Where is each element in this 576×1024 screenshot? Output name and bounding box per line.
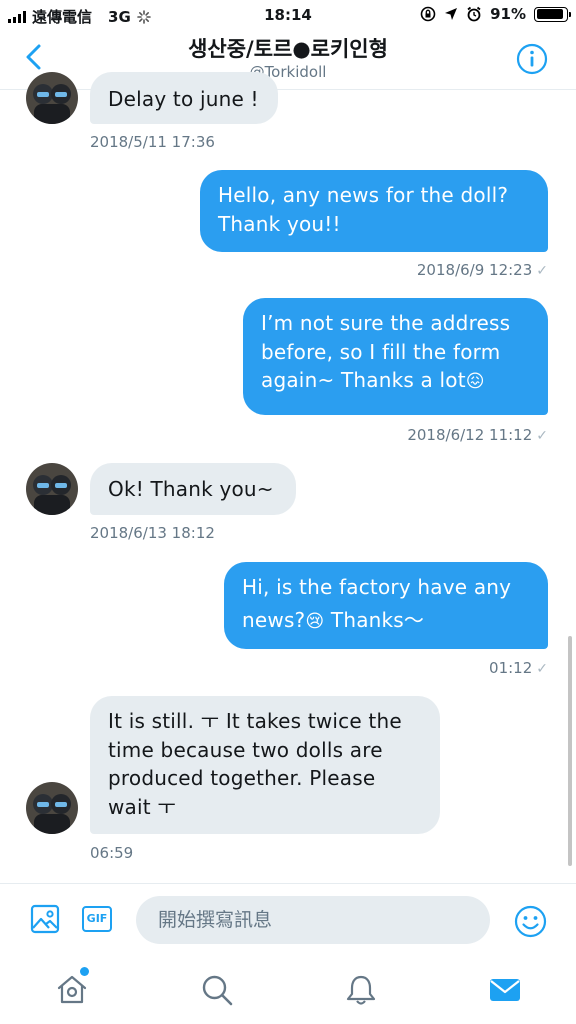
message-bubble-outgoing[interactable]: Hello, any news for the doll? Thank you!…: [200, 170, 548, 252]
message-bubble-outgoing[interactable]: I’m not sure the address before, so I fi…: [243, 298, 548, 415]
avatar-image: [26, 72, 78, 124]
message-line: before, so I fill the form: [261, 339, 501, 364]
message-line: time because two dolls are: [108, 737, 383, 762]
tab-home[interactable]: [55, 967, 89, 1007]
gif-label: GIF: [86, 912, 108, 925]
alarm-clock-icon: [467, 6, 481, 22]
message-composer: GIF: [0, 883, 576, 953]
message-bubble-incoming[interactable]: Ok! Thank you~: [90, 463, 296, 515]
battery-percent: 91%: [490, 5, 526, 23]
message-line: wait ㅜ: [108, 794, 176, 819]
sent-check-icon: ✓: [536, 263, 548, 279]
avatar[interactable]: [26, 72, 78, 124]
message-line: again~ Thanks a lot: [261, 368, 466, 392]
battery-level-fill: [536, 9, 563, 19]
message-line: Hi, is the factory have any: [242, 575, 512, 599]
status-right: 91%: [420, 5, 571, 23]
rotation-lock-icon: [420, 6, 436, 22]
message-line: Hello, any news for the doll?: [218, 183, 509, 207]
avatar-image: [26, 463, 78, 515]
message-bubble-incoming[interactable]: It is still. ㅜ It takes twice the time b…: [90, 696, 440, 834]
message-timestamp: 2018/6/13 18:12: [90, 524, 215, 542]
tab-search[interactable]: [200, 973, 234, 1007]
message-text: Ok! Thank you~: [108, 477, 274, 501]
message-timestamp: 01:12: [489, 659, 533, 677]
message-line: news?: [242, 607, 306, 632]
status-bar: 遠傳電信 3G 18:14 91%: [0, 0, 576, 30]
conversation-handle: @Torkidoll: [249, 63, 327, 81]
image-icon[interactable]: [30, 904, 60, 934]
message-text: Delay to june !: [108, 87, 259, 111]
messages-mail-icon: [490, 979, 520, 1001]
sent-check-icon: ✓: [536, 661, 548, 677]
crying-face-emoji: 😢: [305, 610, 325, 632]
conversation-header: 생산중/토르●로키인형 @Torkidoll: [0, 30, 576, 90]
tab-notifications[interactable]: [344, 973, 378, 1007]
message-timestamp: 2018/6/12 11:12: [407, 426, 533, 444]
message-timestamp: 2018/6/9 12:23: [416, 261, 533, 279]
message-line: produced together. Please: [108, 766, 376, 790]
message-line: It is still. ㅜ It takes twice the: [108, 709, 402, 733]
conversation-title-block[interactable]: 생산중/토르●로키인형 @Torkidoll: [0, 36, 576, 82]
conversation-title: 생산중/토르●로키인형: [188, 37, 388, 61]
message-timestamp: 06:59: [90, 844, 134, 862]
scrollbar[interactable]: [568, 636, 572, 866]
emoji-icon[interactable]: [514, 905, 547, 938]
new-content-dot: [80, 967, 89, 976]
message-line: Thank you!!: [218, 211, 341, 236]
home-icon: [57, 975, 87, 1004]
message-timestamp-row: 2018/6/9 12:23 ✓: [417, 261, 548, 279]
location-arrow-icon: [445, 8, 458, 20]
sent-check-icon: ✓: [536, 428, 548, 444]
message-timestamp-row: 2018/6/12 11:12 ✓: [407, 426, 548, 444]
message-timestamp-row: 01:12 ✓: [489, 659, 548, 677]
confounded-face-emoji: 😖: [465, 371, 485, 392]
message-bubble-outgoing[interactable]: Hi, is the factory have any news?😢 Thank…: [224, 562, 548, 649]
tab-messages[interactable]: [488, 973, 522, 1007]
battery-icon: [534, 6, 571, 22]
message-bubble-incoming[interactable]: Delay to june !: [90, 72, 278, 124]
avatar-image: [26, 782, 78, 834]
avatar[interactable]: [26, 463, 78, 515]
message-input[interactable]: [136, 896, 490, 944]
message-line-suffix: Thanks～: [324, 607, 425, 632]
search-icon: [202, 975, 233, 1006]
message-timestamp: 2018/5/11 17:36: [90, 133, 215, 151]
avatar[interactable]: [26, 782, 78, 834]
bottom-tab-bar: [0, 953, 576, 1024]
message-line: I’m not sure the address: [261, 311, 511, 335]
gif-icon[interactable]: GIF: [82, 906, 112, 932]
info-icon[interactable]: [516, 43, 548, 75]
notifications-bell-icon: [346, 975, 376, 1005]
